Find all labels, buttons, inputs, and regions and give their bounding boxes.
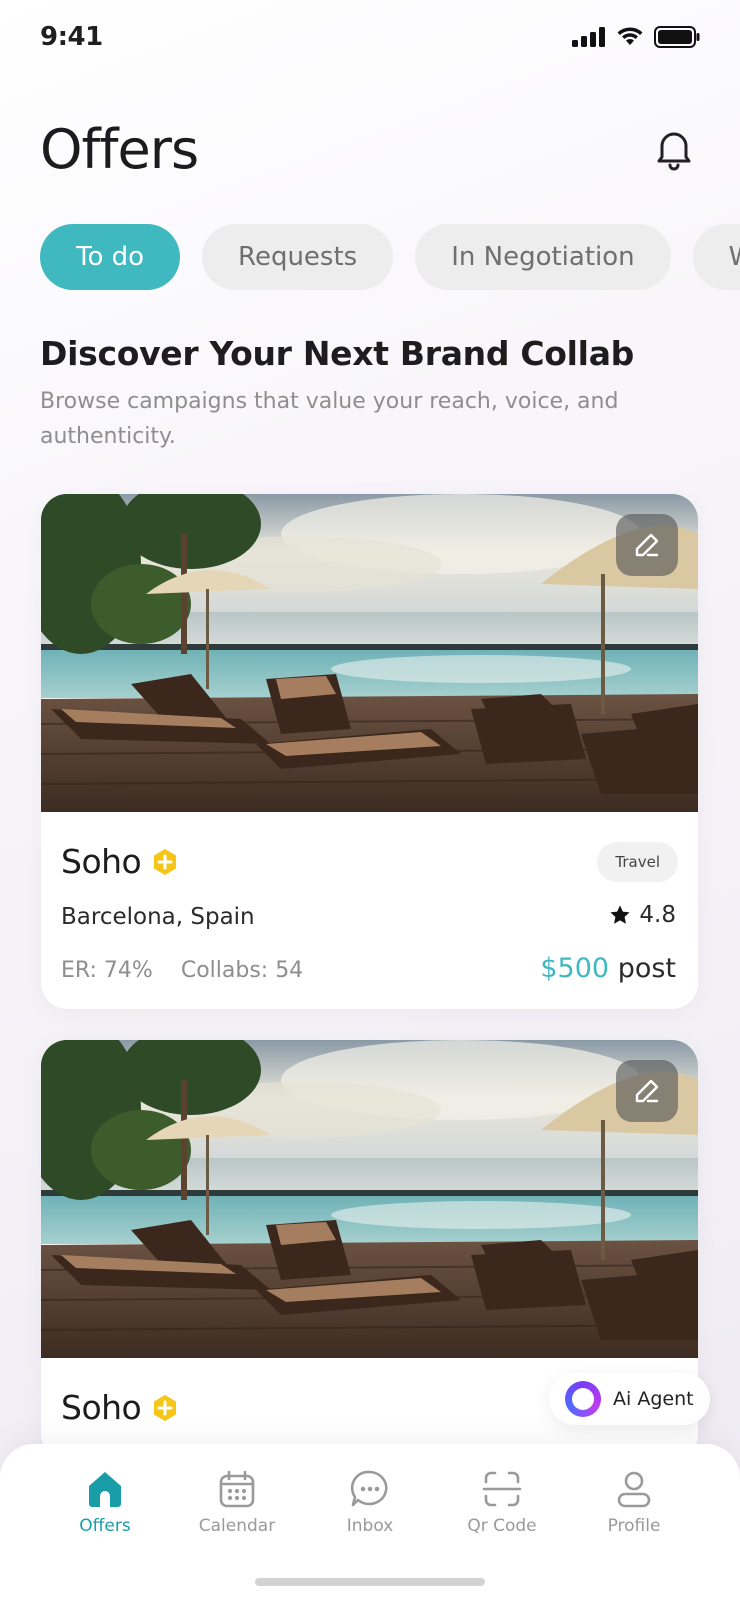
ai-agent-button[interactable]: Ai Agent: [549, 1373, 710, 1425]
edit-icon: [635, 1079, 659, 1103]
qr-scan-icon: [482, 1471, 522, 1507]
bottom-tab-bar: Offers Calendar Inbox Qr Code Profile: [0, 1444, 740, 1600]
card-image: [41, 1040, 698, 1358]
signal-icon: [572, 27, 605, 47]
brand-name: Soho: [61, 842, 142, 881]
verified-badge-icon: [154, 1394, 177, 1421]
category-badge: Travel: [597, 842, 678, 882]
tabbar-label: Inbox: [346, 1516, 394, 1536]
notifications-button[interactable]: [650, 125, 698, 173]
home-icon: [89, 1472, 121, 1507]
card-stats: ER: 74% Collabs: 54: [61, 958, 303, 983]
price-amount: $500: [540, 953, 610, 984]
bell-icon: [657, 132, 691, 171]
tab-requests[interactable]: Requests: [202, 224, 394, 290]
battery-icon: [654, 26, 700, 48]
page-title: Offers: [40, 118, 199, 181]
status-time: 9:41: [40, 22, 103, 52]
status-bar: 9:41: [0, 0, 740, 80]
brand-name: Soho: [61, 1388, 142, 1427]
user-icon: [617, 1471, 651, 1508]
price: $500 post: [540, 953, 676, 984]
brand-row: Soho: [61, 1388, 179, 1427]
ai-agent-label: Ai Agent: [613, 1388, 694, 1410]
tabbar-item-profile[interactable]: Profile: [574, 1468, 694, 1536]
tabbar-item-qr-code[interactable]: Qr Code: [442, 1468, 562, 1536]
verified-badge-icon: [154, 848, 177, 875]
location: Barcelona, Spain: [61, 904, 255, 930]
star-icon: [610, 905, 631, 924]
tab-to-do[interactable]: To do: [40, 224, 181, 290]
rating: 4.8: [609, 902, 676, 928]
status-icons: [572, 26, 700, 48]
chat-icon: [350, 1470, 388, 1507]
home-indicator: [255, 1578, 485, 1586]
section-subtitle: Browse campaigns that value your reach, …: [40, 389, 619, 449]
collabs-count: Collabs: 54: [180, 958, 304, 983]
edit-icon: [635, 533, 659, 557]
calendar-icon: [219, 1470, 255, 1508]
ai-orb-icon: [565, 1381, 601, 1417]
tabbar-label: Qr Code: [467, 1516, 537, 1536]
offer-card[interactable]: Soho Travel Barcelona, Spain 4.8 ER: 74%…: [41, 494, 698, 1009]
price-unit: post: [617, 953, 676, 984]
edit-button[interactable]: [616, 1060, 678, 1122]
tabbar-label: Profile: [607, 1516, 661, 1536]
section-title: Discover Your Next Brand Collab: [40, 334, 634, 373]
tabbar-label: Offers: [79, 1516, 131, 1536]
tab-in-negotiation[interactable]: In Negotiation: [415, 224, 671, 290]
engagement-rate: ER: 74%: [61, 958, 153, 983]
wifi-icon: [617, 27, 643, 45]
tabbar-label: Calendar: [198, 1516, 276, 1536]
brand-row: Soho: [61, 842, 179, 881]
card-body: Soho Travel Barcelona, Spain 4.8 ER: 74%…: [41, 812, 698, 1009]
resort-pool-image: [41, 1040, 698, 1358]
tab-wo[interactable]: Wo: [692, 224, 740, 290]
filter-tabs: To do Requests In Negotiation Wo: [40, 224, 740, 290]
tabbar-item-offers[interactable]: Offers: [45, 1468, 165, 1536]
rating-value: 4.8: [639, 902, 676, 928]
edit-button[interactable]: [616, 514, 678, 576]
resort-pool-image: [41, 494, 698, 812]
tabbar-item-inbox[interactable]: Inbox: [310, 1468, 430, 1536]
card-image: [41, 494, 698, 812]
tabbar-item-calendar[interactable]: Calendar: [177, 1468, 297, 1536]
